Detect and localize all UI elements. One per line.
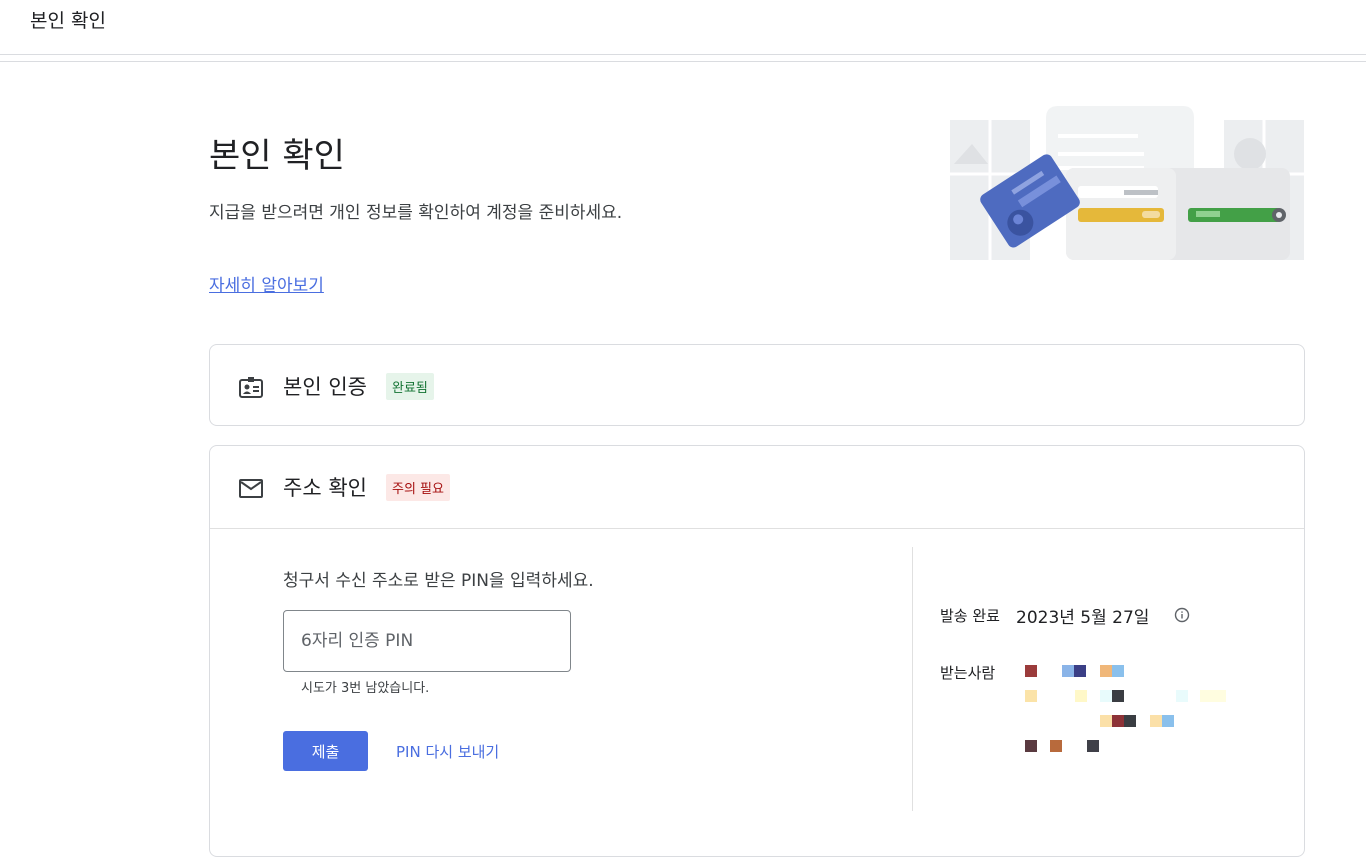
top-bar-divider <box>0 61 1366 62</box>
page-title: 본인 확인 <box>209 136 345 176</box>
identity-card-title: 본인 인증 <box>283 375 367 399</box>
wallet-id-card-illustration <box>950 106 1304 260</box>
identity-card-header[interactable]: 본인 인증 완료됨 <box>210 345 1304 427</box>
id-badge-icon <box>239 377 263 398</box>
sent-date: 2023년 5월 27일 <box>1016 608 1150 628</box>
address-verification-card: 주소 확인 주의 필요 청구서 수신 주소로 받은 PIN을 입력하세요. 시도… <box>209 445 1305 857</box>
mail-envelope-icon <box>239 479 263 498</box>
page-description: 지급을 받으려면 개인 정보를 확인하여 계정을 준비하세요. <box>209 203 623 223</box>
sent-label: 발송 완료 <box>940 607 1000 625</box>
resend-pin-link[interactable]: PIN 다시 보내기 <box>396 741 499 762</box>
learn-more-link[interactable]: 자세히 알아보기 <box>209 271 324 296</box>
identity-verification-card[interactable]: 본인 인증 완료됨 <box>209 344 1305 426</box>
top-bar-title: 본인 확인 <box>30 10 106 32</box>
pin-prompt: 청구서 수신 주소로 받은 PIN을 입력하세요. <box>283 571 594 591</box>
address-card-title: 주소 확인 <box>283 476 367 500</box>
pin-input[interactable] <box>283 610 571 672</box>
vertical-divider <box>912 547 913 811</box>
address-card-header[interactable]: 주소 확인 주의 필요 <box>210 446 1304 528</box>
status-badge-attention: 주의 필요 <box>386 474 450 501</box>
info-icon[interactable] <box>1174 607 1190 623</box>
recipient-label: 받는사람 <box>940 664 996 682</box>
top-bar: 본인 확인 <box>0 0 1366 55</box>
card-divider <box>210 528 1304 529</box>
status-badge-complete: 완료됨 <box>386 373 434 400</box>
submit-button[interactable]: 제출 <box>283 731 368 771</box>
attempts-remaining-text: 시도가 3번 남았습니다. <box>301 681 430 696</box>
